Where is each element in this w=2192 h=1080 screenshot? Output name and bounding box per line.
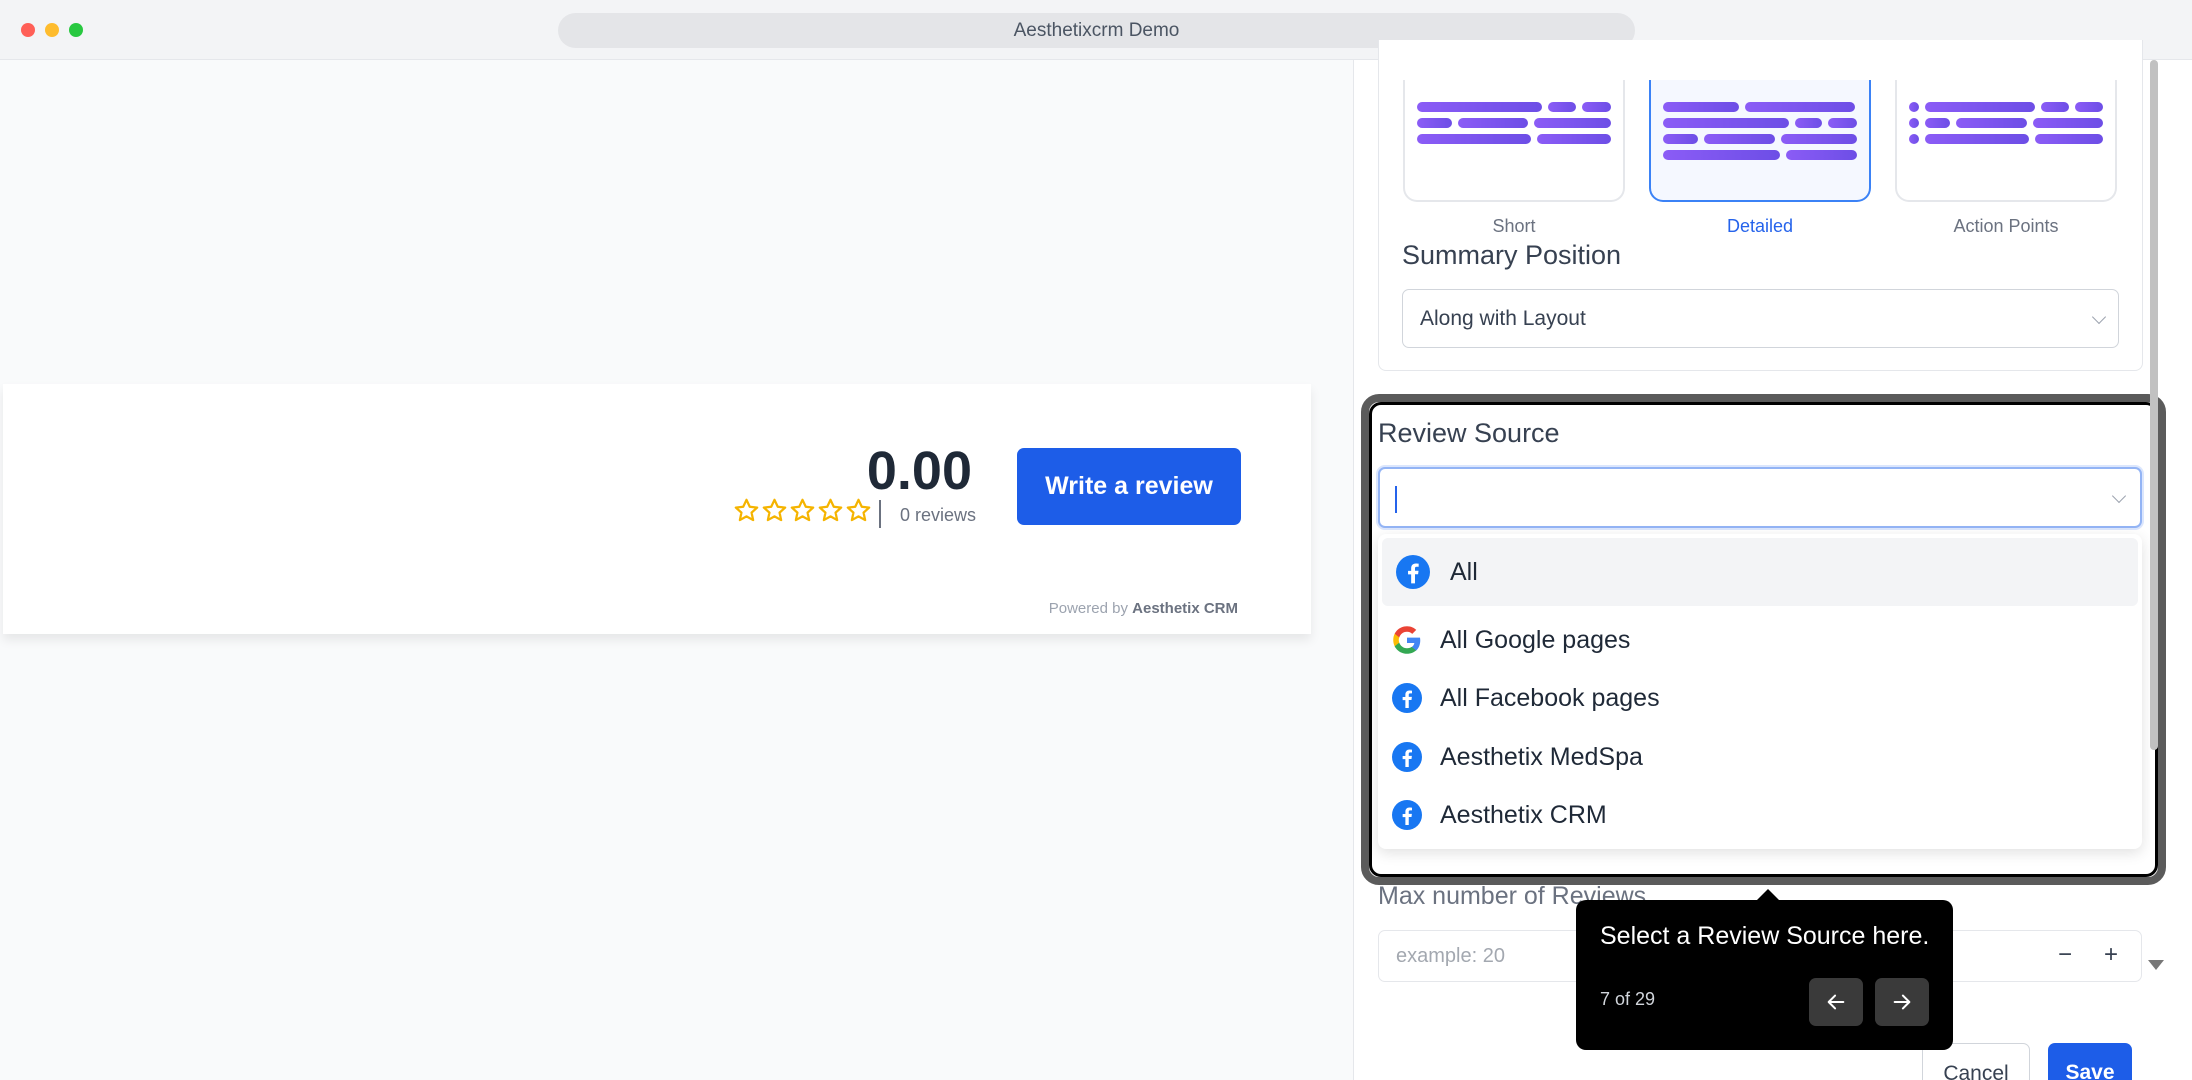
layout-option-action-points-label: Action Points — [1953, 216, 2059, 236]
decrement-button[interactable]: − — [2047, 938, 2083, 974]
review-source-dropdown: All All Google pages All Facebook pages … — [1378, 534, 2142, 849]
layout-short-preview-icon — [1417, 102, 1611, 144]
review-source-option-label: All Google pages — [1440, 625, 1631, 654]
review-source-option-aesthetix-crm[interactable]: Aesthetix CRM — [1382, 781, 2138, 849]
chevron-down-icon — [2111, 488, 2127, 504]
summary-position-label: Summary Position — [1402, 240, 1622, 270]
scroll-down-arrow-icon[interactable] — [2148, 960, 2164, 970]
preview-canvas: 0.00 0 reviews Write a review Powered by… — [0, 60, 1353, 1080]
facebook-icon — [1396, 555, 1430, 589]
review-source-option-all-facebook-pages[interactable]: All Facebook pages — [1382, 664, 2138, 732]
facebook-icon — [1392, 800, 1422, 830]
review-source-select[interactable] — [1378, 467, 2142, 528]
arrow-left-icon — [1827, 994, 1845, 1010]
chevron-down-icon — [2091, 309, 2107, 325]
powered-by-brand[interactable]: Aesthetix CRM — [1132, 600, 1238, 617]
powered-by: Powered by Aesthetix CRM — [1049, 600, 1238, 617]
tour-step-counter: 7 of 29 — [1600, 989, 1656, 1009]
star-outline-icon — [818, 498, 843, 522]
powered-by-prefix: Powered by — [1048, 600, 1133, 617]
average-rating: 0.00 — [866, 441, 972, 501]
review-source-option-label: Aesthetix CRM — [1440, 800, 1607, 829]
layout-option-short[interactable] — [1403, 80, 1625, 202]
tour-tooltip: Select a Review Source here. 7 of 29 — [1576, 889, 1953, 1050]
star-outline-icon — [790, 498, 815, 522]
layout-action-points-preview-icon — [1909, 102, 2104, 144]
increment-button[interactable]: + — [2093, 938, 2129, 974]
close-window-button[interactable] — [21, 23, 35, 37]
layout-option-detailed[interactable] — [1649, 80, 1871, 202]
arrow-right-icon — [1893, 994, 1911, 1010]
star-outline-icon — [734, 498, 759, 522]
review-source-option-label: All Facebook pages — [1440, 683, 1660, 712]
tour-previous-button[interactable] — [1809, 978, 1863, 1026]
tour-tooltip-text: Select a Review Source here. — [1600, 922, 1930, 950]
rating-divider — [879, 500, 881, 528]
google-icon — [1393, 626, 1421, 654]
review-source-option-label: All — [1450, 557, 1478, 586]
save-button[interactable]: Save — [2048, 1043, 2132, 1080]
star-outline-icon — [762, 498, 787, 522]
layout-option-short-label: Short — [1492, 216, 1536, 236]
layout-option-action-points[interactable] — [1895, 80, 2117, 202]
summary-position-value: Along with Layout — [1420, 307, 1586, 330]
layout-option-detailed-label: Detailed — [1726, 216, 1794, 236]
rating-stars — [733, 497, 872, 524]
summary-position-select[interactable]: Along with Layout — [1402, 289, 2119, 348]
review-source-option-all[interactable]: All — [1382, 538, 2138, 606]
review-widget-preview: 0.00 0 reviews Write a review Powered by… — [3, 384, 1311, 634]
panel-scrollbar[interactable] — [2150, 60, 2164, 1080]
star-outline-icon — [846, 498, 871, 522]
layout-detailed-preview-icon — [1663, 102, 1857, 160]
write-review-button[interactable]: Write a review — [1017, 448, 1241, 525]
minimize-window-button[interactable] — [45, 23, 59, 37]
reviews-count: 0 reviews — [900, 505, 977, 525]
scrollbar-thumb[interactable] — [2150, 60, 2158, 750]
review-source-label: Review Source — [1378, 418, 1560, 448]
maximize-window-button[interactable] — [69, 23, 83, 37]
tour-next-button[interactable] — [1875, 978, 1929, 1026]
facebook-icon — [1392, 683, 1422, 713]
review-source-option-label: Aesthetix MedSpa — [1440, 742, 1643, 771]
max-reviews-placeholder: example: 20 — [1396, 945, 1505, 967]
text-caret — [1395, 486, 1397, 513]
facebook-icon — [1392, 742, 1422, 772]
